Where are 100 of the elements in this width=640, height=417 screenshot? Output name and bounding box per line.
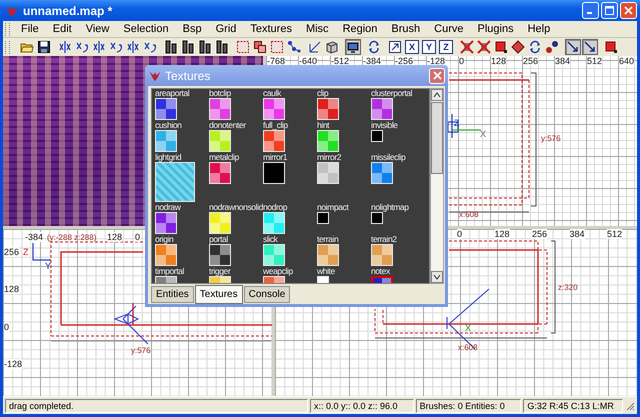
toolbar-button[interactable] [345,39,361,55]
menu-item[interactable]: Selection [116,23,176,35]
texture-name[interactable]: timportal [155,267,184,276]
toolbar-button[interactable] [366,39,382,55]
scroll-down-icon[interactable] [431,271,443,283]
texture-name[interactable]: clip [317,89,328,98]
toolbar-button[interactable] [252,39,268,55]
toolbar-button[interactable] [510,39,526,55]
toolbar-button[interactable] [493,39,509,55]
texture-name[interactable]: terrain [317,235,338,244]
toolbar-button[interactable] [324,39,340,55]
toolbar-button[interactable] [565,39,581,55]
ruler-label: 640 [619,56,634,66]
square-icon [604,40,618,54]
texture-name[interactable]: hint [317,121,330,130]
ruler-label: 128 [4,284,20,294]
texture-name[interactable]: mirror2 [317,153,342,162]
texture-name[interactable]: trigger [209,267,230,276]
texture-name[interactable]: noimpact [317,203,348,212]
toolbar-button[interactable] [527,39,543,55]
camera-marker-drawing [446,288,490,350]
toolbar-button[interactable] [36,39,52,55]
minimize-button[interactable] [582,2,599,19]
scrollbar[interactable] [430,88,444,284]
axes-icon [308,40,322,54]
tab[interactable]: Console [244,286,290,303]
menu-grip[interactable] [5,22,10,36]
flip-icon [92,40,106,54]
axis-label: X [480,129,486,139]
tab[interactable]: Entities [151,286,194,303]
texture-name[interactable]: invisible [371,121,398,130]
toolbar-button[interactable] [544,39,560,55]
toolbar-button[interactable] [57,39,73,55]
circular-arrows-icon [367,40,381,54]
menu-item[interactable]: Help [520,23,558,35]
toolbar-button[interactable] [307,39,323,55]
texture-name[interactable]: nodraw [155,203,180,212]
toolbar-button[interactable] [91,39,107,55]
toolbar-button[interactable] [163,39,179,55]
texture-name[interactable]: portal [209,235,228,244]
menu-item[interactable]: Region [336,23,384,35]
menu-item[interactable]: Curve [427,23,471,35]
texture-name[interactable]: notex [371,267,390,276]
axis-gizmo-drawing [448,114,482,138]
toolbar-button[interactable] [603,39,619,55]
texture-name[interactable]: mirror1 [263,153,288,162]
tab[interactable]: Textures [194,285,243,304]
texture-name[interactable]: origin [155,235,174,244]
axis-gizmo-drawing [32,242,52,260]
texture-name[interactable]: nolightmap [371,203,409,212]
toolbar-grip[interactable] [5,40,10,54]
texture-name[interactable]: white [317,267,335,276]
texture-name[interactable]: donotenter [209,121,246,130]
toolbar-button[interactable]: X [404,39,420,55]
camera-marker-drawing [114,306,148,344]
menu-item[interactable]: File [14,23,46,35]
toolbar-button[interactable] [387,39,403,55]
texture-name[interactable]: clusterportal [371,89,412,98]
menu-item[interactable]: Plugins [470,23,521,35]
scroll-thumb[interactable] [431,102,443,174]
texture-name[interactable]: nodrop [263,203,288,212]
texture-name[interactable]: terrain2 [371,235,397,244]
overlapping-squares-icon [253,40,267,54]
flip-icon [58,40,72,54]
texture-name[interactable]: areaportal [155,89,190,98]
menu-item[interactable]: Brush [384,23,428,35]
menu-item[interactable]: Grid [208,23,244,35]
texture-name[interactable]: nodrawnonsolid [209,203,263,212]
texture-name[interactable]: missileclip [371,153,406,162]
ruler-label: -512 [331,56,350,66]
menu-item[interactable]: View [78,23,116,35]
toolbar-button[interactable] [214,39,230,55]
resize-grip-icon[interactable] [625,400,635,410]
menu-item[interactable]: Bsp [176,23,209,35]
ruler-label: 256 [532,229,548,239]
maximize-button[interactable] [601,2,618,19]
texture-name[interactable]: cushion [155,121,182,130]
texture-name[interactable]: full_clip [263,121,288,130]
close-button[interactable] [429,68,445,84]
window-title: Textures [165,68,212,82]
ruler-label: 0 [457,229,462,239]
texture-name[interactable]: lightgrid [155,153,182,162]
texture-name[interactable]: metalclip [209,153,239,162]
texture-name[interactable]: botclip [209,89,231,98]
close-button[interactable] [620,2,637,19]
scroll-up-icon[interactable] [431,89,443,101]
toolbar-button[interactable] [125,39,141,55]
window-title: unnamed.map * [23,4,114,18]
menu-item[interactable]: Textures [243,23,299,35]
menu-item[interactable]: Misc [298,23,336,35]
texture-name[interactable]: caulk [263,89,281,98]
toolbar-button[interactable]: Y [421,39,437,55]
ruler-label: 128 [494,229,510,239]
toolbar-button[interactable] [197,39,213,55]
toolbar-button[interactable] [582,39,598,55]
toolbar-button[interactable]: Z [438,39,454,55]
toolbar-button[interactable] [286,39,302,55]
ruler-label: -384 [363,56,382,66]
menu-item[interactable]: Edit [46,23,79,35]
toolbar-button[interactable] [180,39,196,55]
